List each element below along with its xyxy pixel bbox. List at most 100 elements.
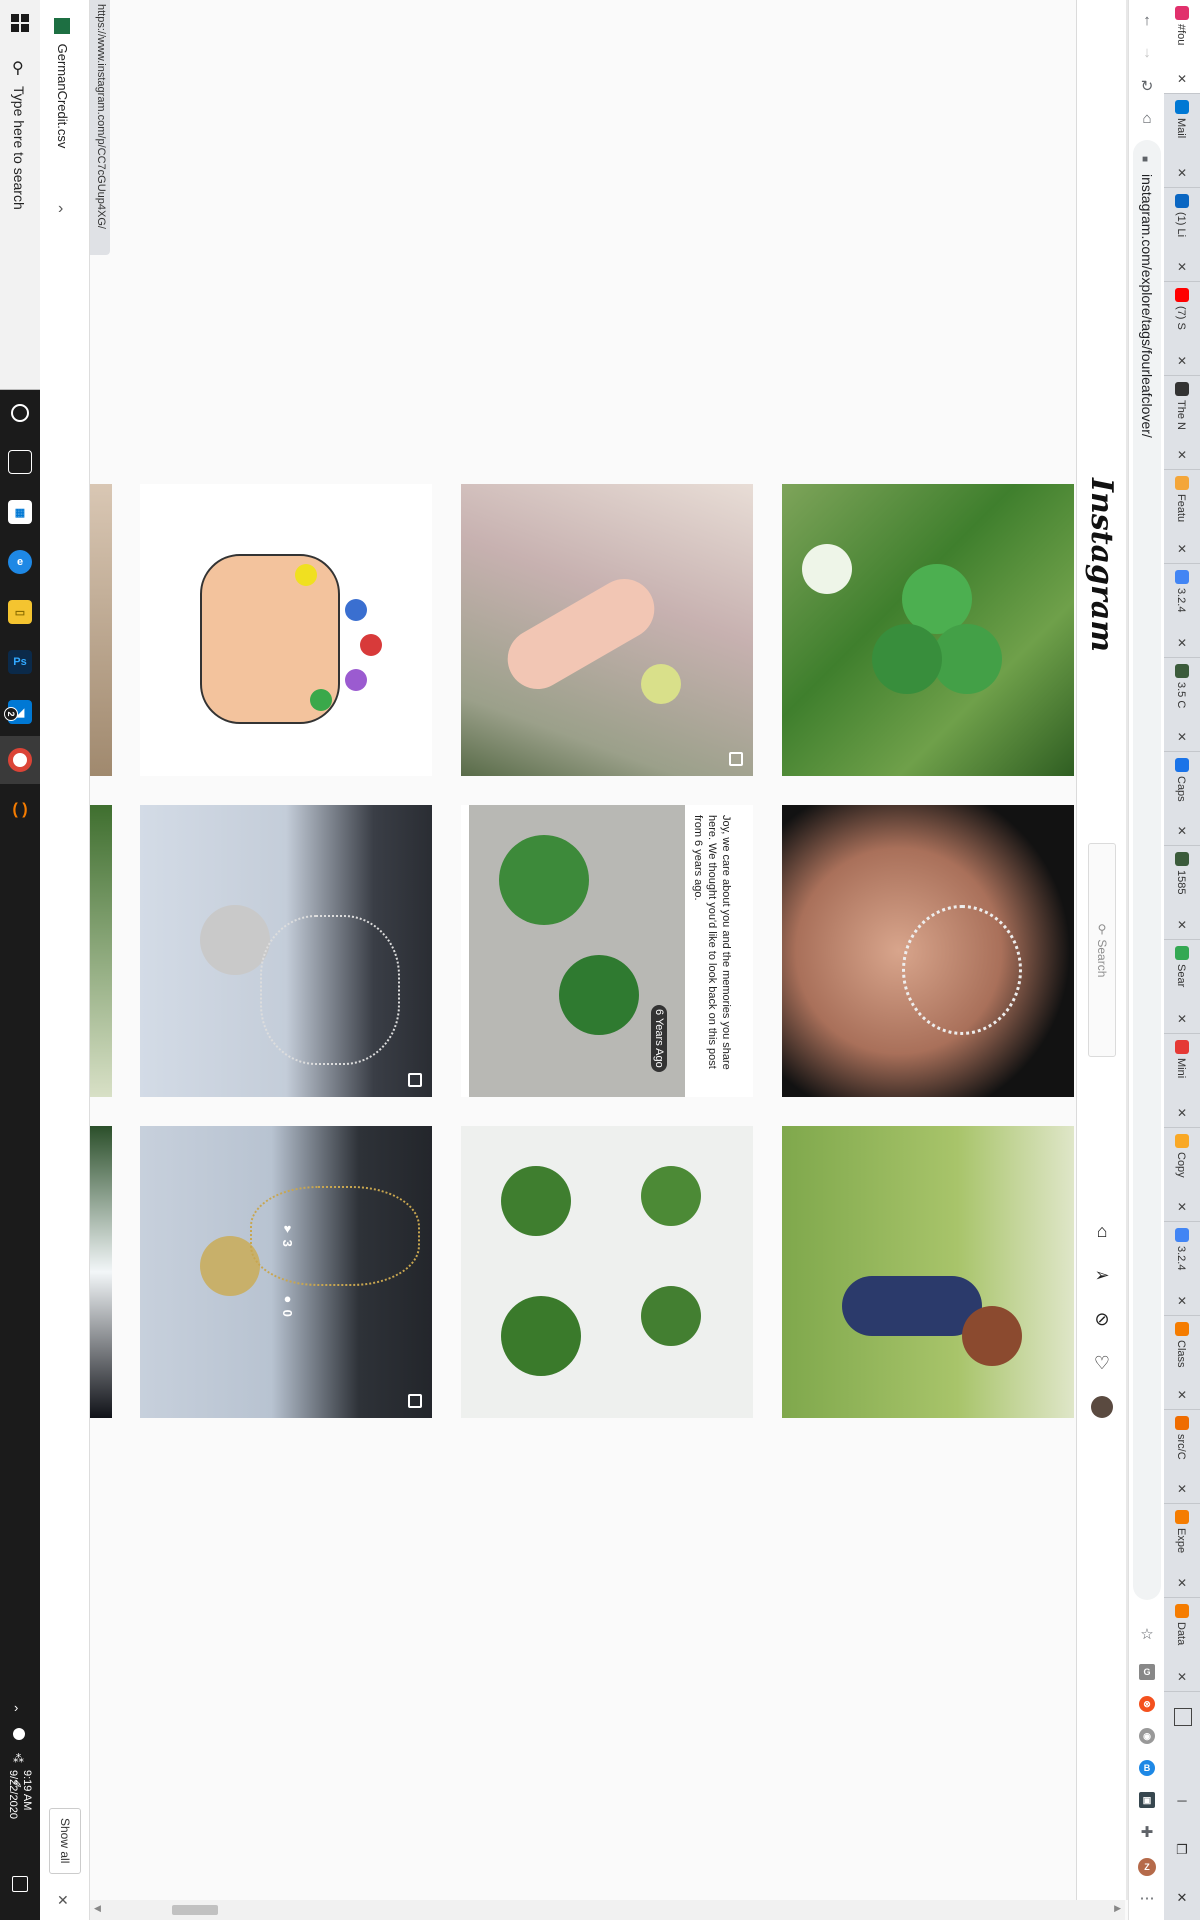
tab-item[interactable]: Featu ✕ xyxy=(1164,470,1200,564)
reload-icon[interactable]: ↻ xyxy=(1137,76,1157,96)
close-window-icon[interactable]: ✕ xyxy=(1174,1890,1190,1906)
close-tab-icon[interactable]: ✕ xyxy=(1177,1670,1187,1684)
extension-icon[interactable]: G xyxy=(1139,1664,1155,1680)
tab-youtube[interactable]: (7) S ✕ xyxy=(1164,282,1200,376)
tab-item[interactable]: Caps ✕ xyxy=(1164,752,1200,846)
close-tab-icon[interactable]: ✕ xyxy=(1177,1388,1187,1402)
close-tab-icon[interactable]: ✕ xyxy=(1177,1576,1187,1590)
tab-item[interactable]: Mini ✕ xyxy=(1164,1034,1200,1128)
explore-compass-icon[interactable]: ⊘ xyxy=(1091,1308,1113,1330)
minimize-icon[interactable]: ─ xyxy=(1174,1792,1190,1808)
tab-mail[interactable]: Mail ✕ xyxy=(1164,94,1200,188)
scroll-right-icon[interactable]: ▶ xyxy=(1114,1903,1121,1914)
post-hand-drawing[interactable] xyxy=(140,484,432,776)
instagram-search-input[interactable]: ⚲ Search xyxy=(1088,843,1116,1057)
extension-icon[interactable]: ◉ xyxy=(1139,1728,1155,1744)
close-tab-icon[interactable]: ✕ xyxy=(1177,1106,1187,1120)
close-tab-icon[interactable]: ✕ xyxy=(1177,918,1187,932)
close-tab-icon[interactable]: ✕ xyxy=(1177,448,1187,462)
tab-item[interactable]: Sear ✕ xyxy=(1164,940,1200,1034)
bookmark-star-icon[interactable]: ☆ xyxy=(1137,1624,1157,1644)
tab-item[interactable]: Copy ✕ xyxy=(1164,1128,1200,1222)
tab-item[interactable]: Data ✕ xyxy=(1164,1598,1200,1692)
close-tab-icon[interactable]: ✕ xyxy=(1177,1294,1187,1308)
tab-item[interactable]: Class ✕ xyxy=(1164,1316,1200,1410)
cortana-icon[interactable] xyxy=(11,404,29,422)
tab-item[interactable]: 3.2.4 ✕ xyxy=(1164,564,1200,658)
scrollbar-thumb[interactable] xyxy=(172,1905,218,1915)
post-partial[interactable] xyxy=(90,805,112,1097)
tab-linkedin[interactable]: (1) Li ✕ xyxy=(1164,188,1200,282)
download-bar: GermanCredit.csv › Show all ✕ xyxy=(40,0,90,1920)
show-hidden-icons-icon[interactable]: › xyxy=(14,1700,18,1715)
close-tab-icon[interactable]: ✕ xyxy=(1177,1482,1187,1496)
close-icon[interactable]: ✕ xyxy=(57,1892,69,1909)
post-four-clovers[interactable] xyxy=(461,1126,753,1418)
post-partial[interactable] xyxy=(90,1126,112,1418)
post-gold-necklace[interactable]: ♥ 3 ● 0 xyxy=(140,1126,432,1418)
extension-icon[interactable]: ▣ xyxy=(1139,1792,1155,1808)
close-tab-icon[interactable]: ✕ xyxy=(1177,1200,1187,1214)
close-tab-icon[interactable]: ✕ xyxy=(1177,260,1187,274)
profile-avatar[interactable]: Z xyxy=(1138,1858,1156,1876)
close-tab-icon[interactable]: ✕ xyxy=(1177,72,1187,86)
tab-search-icon[interactable] xyxy=(1174,1708,1192,1726)
close-tab-icon[interactable]: ✕ xyxy=(1177,354,1187,368)
close-tab-icon[interactable]: ✕ xyxy=(1177,542,1187,556)
store-icon[interactable]: ▦ xyxy=(8,500,32,524)
tab-title: Data xyxy=(1175,1622,1187,1646)
taskbar-search-placeholder[interactable]: Type here to search xyxy=(11,86,27,210)
post-clover-grass[interactable] xyxy=(782,484,1074,776)
horizontal-scrollbar[interactable]: ◀ ▶ xyxy=(90,1900,1125,1920)
chrome-icon[interactable] xyxy=(8,748,32,772)
tab-item[interactable]: src/C ✕ xyxy=(1164,1410,1200,1504)
home-icon[interactable]: ⌂ xyxy=(1137,108,1157,128)
tab-instagram[interactable]: #fou ✕ xyxy=(1164,0,1200,94)
chevron-down-icon[interactable]: › xyxy=(58,200,63,218)
home-icon[interactable]: ⌂ xyxy=(1091,1220,1113,1242)
file-explorer-icon[interactable]: ▭ xyxy=(8,600,32,624)
post-woman-grass[interactable] xyxy=(782,1126,1074,1418)
restore-icon[interactable]: ❐ xyxy=(1174,1842,1190,1858)
extension-icon[interactable]: ⊗ xyxy=(1139,1696,1155,1712)
post-partial[interactable] xyxy=(90,484,112,776)
direct-message-icon[interactable]: ➢ xyxy=(1091,1264,1113,1286)
close-tab-icon[interactable]: ✕ xyxy=(1177,730,1187,744)
close-tab-icon[interactable]: ✕ xyxy=(1177,824,1187,838)
tab-item[interactable]: 1585 ✕ xyxy=(1164,846,1200,940)
download-item[interactable]: GermanCredit.csv xyxy=(54,18,70,148)
scroll-left-icon[interactable]: ◀ xyxy=(94,1903,101,1914)
windows-start-icon[interactable] xyxy=(11,14,29,32)
close-tab-icon[interactable]: ✕ xyxy=(1177,166,1187,180)
task-view-icon[interactable] xyxy=(8,450,32,474)
post-silver-necklace[interactable] xyxy=(140,805,432,1097)
activity-heart-icon[interactable]: ♡ xyxy=(1091,1352,1113,1374)
post-memory-card[interactable]: 6 Years Ago Joy, we care about you and t… xyxy=(461,805,753,1097)
taskbar-search-box[interactable]: ⚲ Type here to search xyxy=(0,0,40,390)
back-arrow-icon[interactable]: ↑ xyxy=(1137,10,1157,30)
post-bracelet-hand[interactable] xyxy=(782,805,1074,1097)
close-tab-icon[interactable]: ✕ xyxy=(1177,1012,1187,1026)
address-bar[interactable]: ■ instagram.com/explore/tags/fourleafclo… xyxy=(1133,140,1161,1600)
taskbar-clock[interactable]: 9:19 AM 9/22/2020 xyxy=(6,1770,34,1819)
menu-dots-icon[interactable]: ⋯ xyxy=(1137,1888,1157,1908)
taskbar-app-icon[interactable]: ( ) xyxy=(8,798,32,822)
close-tab-icon[interactable]: ✕ xyxy=(1177,636,1187,650)
tab-item[interactable]: Expe ✕ xyxy=(1164,1504,1200,1598)
show-all-button[interactable]: Show all xyxy=(49,1808,81,1874)
post-hand-sunlight[interactable] xyxy=(461,484,753,776)
extension-icon[interactable]: B xyxy=(1139,1760,1155,1776)
onedrive-icon[interactable] xyxy=(13,1728,25,1740)
photoshop-icon[interactable]: Ps xyxy=(8,650,32,674)
tab-item[interactable]: 3.2.4 ✕ xyxy=(1164,1222,1200,1316)
forward-arrow-icon[interactable]: ↓ xyxy=(1137,42,1157,62)
network-icon[interactable]: ⁂ xyxy=(13,1752,24,1765)
address-url[interactable]: instagram.com/explore/tags/fourleafclove… xyxy=(1139,174,1155,438)
edge-icon[interactable]: e xyxy=(8,550,32,574)
tab-item[interactable]: The N ✕ xyxy=(1164,376,1200,470)
action-center-icon[interactable] xyxy=(12,1876,28,1892)
extensions-puzzle-icon[interactable]: ✚ xyxy=(1137,1822,1157,1842)
profile-avatar[interactable] xyxy=(1091,1396,1113,1418)
instagram-logo[interactable]: Instagram xyxy=(1084,478,1119,652)
tab-item[interactable]: 3.5 C ✕ xyxy=(1164,658,1200,752)
